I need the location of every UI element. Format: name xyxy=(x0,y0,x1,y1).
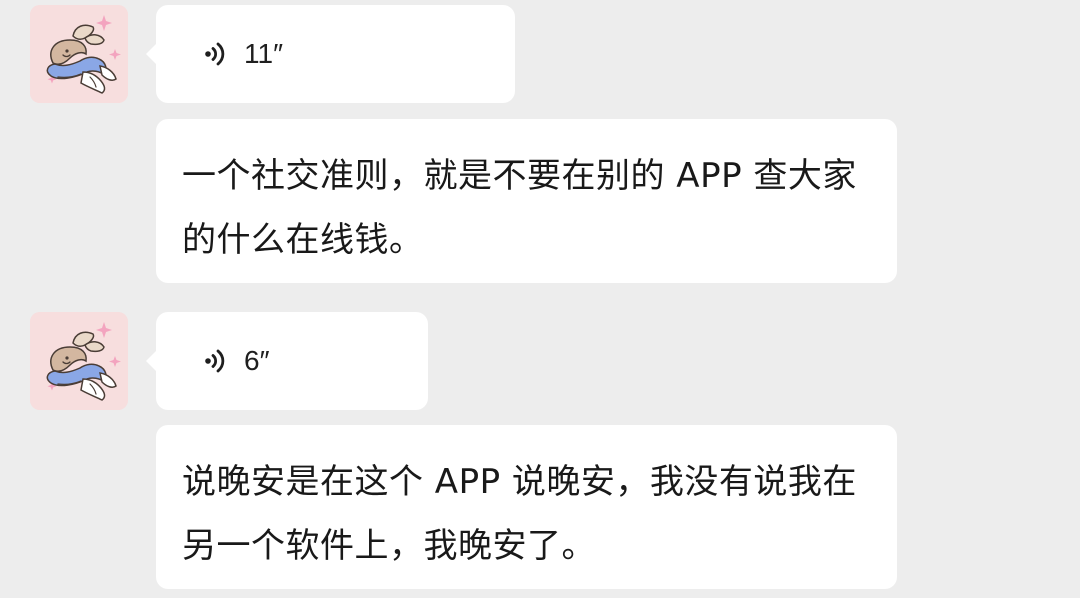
text-message-bubble[interactable]: 说晚安是在这个 APP 说晚安，我没有说我在另一个软件上，我晚安了。 xyxy=(156,425,897,589)
text-message-bubble[interactable]: 一个社交准则，就是不要在别的 APP 查大家的什么在线钱。 xyxy=(156,119,897,283)
sound-wave-icon xyxy=(205,349,225,373)
sound-wave-icon xyxy=(205,42,225,66)
avatar[interactable] xyxy=(30,5,128,103)
voice-message-bubble[interactable]: 6″ xyxy=(146,312,428,410)
bunny-avatar-icon xyxy=(30,312,128,410)
message-text: 一个社交准则，就是不要在别的 APP 查大家的什么在线钱。 xyxy=(182,156,857,260)
message-text: 说晚安是在这个 APP 说晚安，我没有说我在另一个软件上，我晚安了。 xyxy=(182,462,857,566)
bunny-avatar-icon xyxy=(30,5,128,103)
voice-message-bubble[interactable]: 11″ xyxy=(146,5,515,103)
voice-duration: 6″ xyxy=(244,345,270,376)
avatar[interactable] xyxy=(30,312,128,410)
voice-duration: 11″ xyxy=(244,38,283,69)
